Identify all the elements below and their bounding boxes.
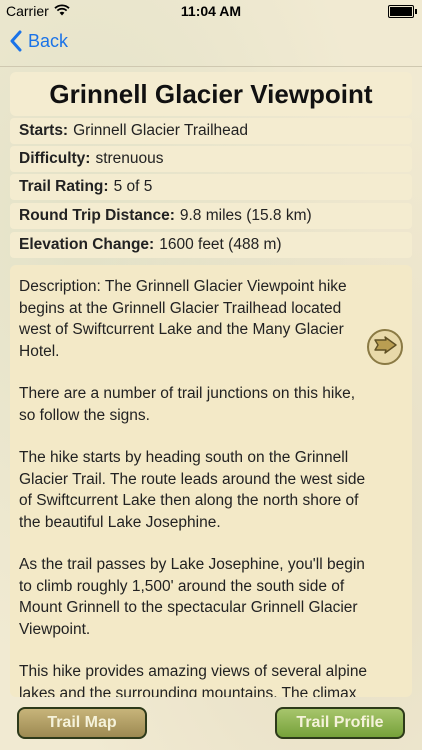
- info-label: Round Trip Distance:: [19, 207, 175, 224]
- next-arrow-button[interactable]: [367, 329, 403, 365]
- info-row-starts: Starts: Grinnell Glacier Trailhead: [10, 118, 412, 144]
- info-value: 1600 feet (488 m): [159, 236, 282, 253]
- info-row-distance: Round Trip Distance: 9.8 miles (15.8 km): [10, 203, 412, 229]
- info-label: Trail Rating:: [19, 178, 109, 195]
- chevron-left-icon: [10, 30, 22, 52]
- back-label: Back: [28, 30, 69, 51]
- info-value: strenuous: [95, 150, 164, 167]
- info-row-elevation: Elevation Change: 1600 feet (488 m): [10, 232, 412, 258]
- description-paragraph: This hike provides amazing views of seve…: [19, 663, 368, 697]
- info-value: Grinnell Glacier Trailhead: [73, 122, 248, 139]
- description-panel[interactable]: Description: The Grinnell Glacier Viewpo…: [10, 265, 412, 697]
- info-row-rating: Trail Rating: 5 of 5: [10, 174, 412, 200]
- trail-map-button[interactable]: Trail Map: [17, 707, 147, 739]
- description-paragraph: Description: The Grinnell Glacier Viewpo…: [19, 278, 347, 360]
- info-value: 5 of 5: [113, 178, 153, 195]
- trail-profile-button[interactable]: Trail Profile: [275, 707, 405, 739]
- info-label: Elevation Change:: [19, 236, 155, 253]
- status-time: 11:04 AM: [180, 3, 242, 19]
- battery-icon: [388, 5, 417, 18]
- trail-title: Grinnell Glacier Viewpoint: [49, 78, 373, 109]
- info-label: Difficulty:: [19, 150, 91, 167]
- description-paragraph: As the trail passes by Lake Josephine, y…: [19, 556, 365, 638]
- arrowhead-right-icon: [372, 335, 398, 360]
- trail-title-card: Grinnell Glacier Viewpoint: [10, 72, 412, 116]
- description-paragraph: The hike starts by heading south on the …: [19, 449, 366, 531]
- status-bar: Carrier 11:04 AM: [0, 0, 422, 22]
- description-paragraph: There are a number of trail junctions on…: [19, 385, 356, 424]
- info-row-difficulty: Difficulty: strenuous: [10, 146, 412, 172]
- info-value: 9.8 miles (15.8 km): [179, 207, 312, 224]
- info-label: Starts:: [19, 122, 69, 139]
- description-text: Description: The Grinnell Glacier Viewpo…: [19, 276, 369, 697]
- back-button[interactable]: Back: [10, 30, 68, 52]
- navigation-bar: Back: [0, 22, 422, 67]
